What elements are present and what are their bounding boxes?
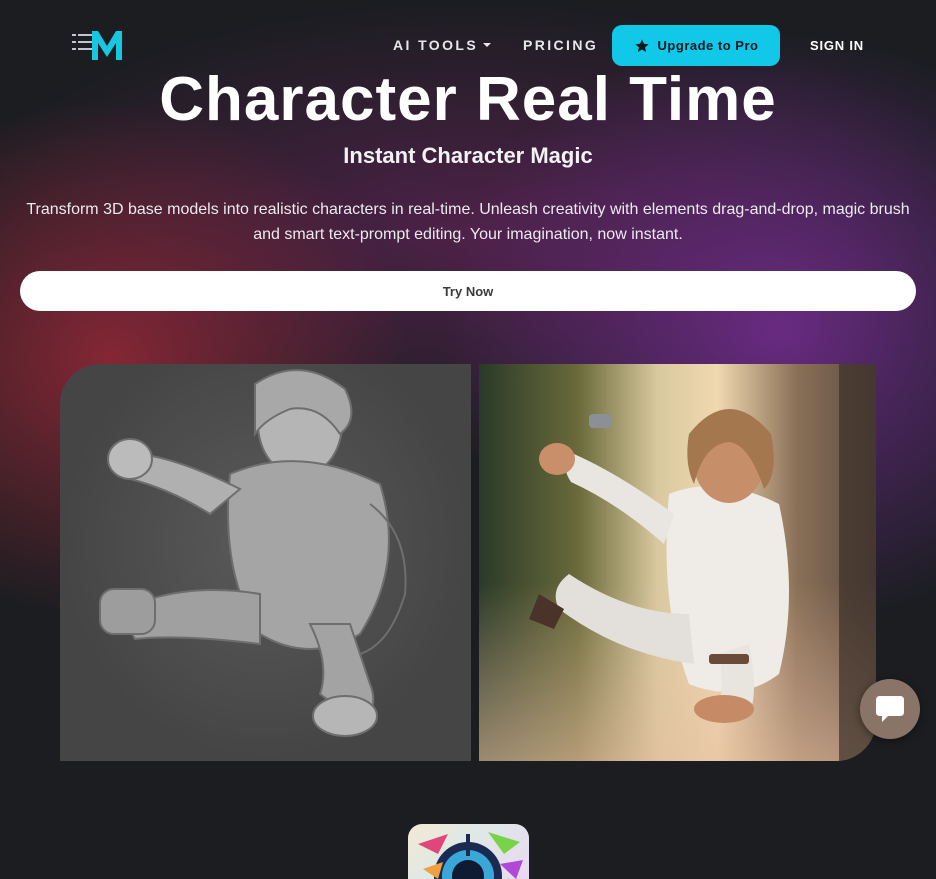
realistic-character-image xyxy=(479,364,876,761)
nav-ai-tools[interactable]: AI TOOLS xyxy=(393,37,492,53)
chat-bubble-icon xyxy=(876,696,904,722)
site-logo[interactable] xyxy=(72,28,124,62)
upgrade-label: Upgrade to Pro xyxy=(657,38,759,53)
hero-description: Transform 3D base models into realistic … xyxy=(26,201,910,243)
nav-pricing[interactable]: PRICING xyxy=(523,37,598,53)
upgrade-to-pro-button[interactable]: Upgrade to Pro xyxy=(612,25,780,66)
page-title: Character Real Time xyxy=(159,65,777,134)
try-now-button[interactable]: Try Now xyxy=(20,271,916,311)
star-icon xyxy=(634,38,649,52)
sign-in-link[interactable]: SIGN IN xyxy=(810,38,864,53)
chat-launcher-button[interactable] xyxy=(860,679,920,739)
base-model-image xyxy=(60,364,471,761)
caret-down-icon xyxy=(483,43,492,47)
app-thumbnail-image[interactable] xyxy=(408,824,529,879)
page-subtitle: Instant Character Magic xyxy=(343,143,593,168)
nav-ai-tools-label: AI TOOLS xyxy=(393,37,479,53)
menu-m-logo-icon xyxy=(72,31,122,60)
before-after-showcase xyxy=(60,364,876,761)
page: AI TOOLS PRICING Upgrade to Pro SIGN IN … xyxy=(0,0,936,879)
